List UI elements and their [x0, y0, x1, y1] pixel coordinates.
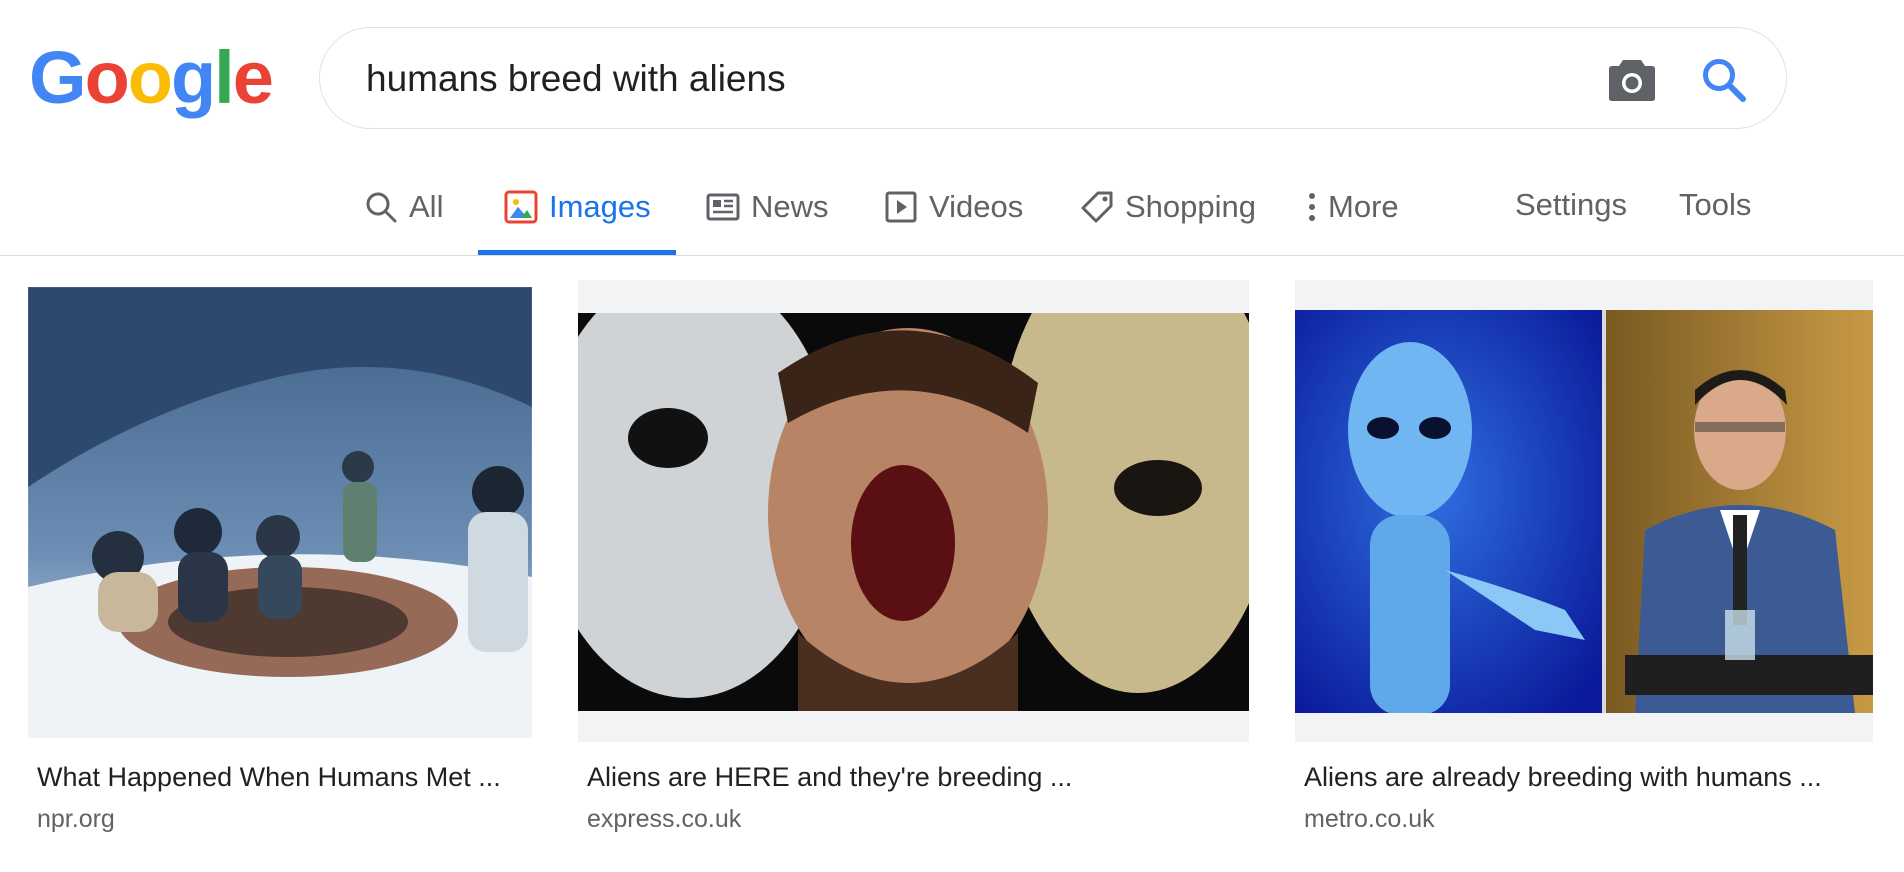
more-vert-icon	[1304, 190, 1320, 224]
tools-label: Tools	[1679, 187, 1752, 222]
logo-letter-o1: o	[84, 36, 130, 119]
image-result[interactable]: Aliens are HERE and they're breeding ...…	[578, 280, 1249, 840]
image-result[interactable]: Aliens are already breeding with humans …	[1295, 280, 1873, 840]
tab-all[interactable]: All	[364, 190, 443, 256]
search-icon	[364, 190, 398, 224]
settings-link[interactable]: Settings	[1515, 188, 1627, 254]
header-divider	[0, 255, 1904, 256]
image-result[interactable]: What Happened When Humans Met ... npr.or…	[28, 280, 532, 840]
result-source[interactable]: express.co.uk	[587, 805, 741, 834]
tab-label: News	[751, 189, 829, 224]
tab-shopping[interactable]: Shopping	[1080, 190, 1256, 256]
logo-letter-l: l	[214, 36, 235, 119]
tab-label: Shopping	[1125, 189, 1257, 224]
result-title[interactable]: What Happened When Humans Met ...	[37, 762, 501, 793]
search-icon[interactable]	[1700, 56, 1748, 104]
logo-letter-o2: o	[127, 36, 173, 119]
tab-news[interactable]: News	[706, 190, 829, 256]
logo-letter-e: e	[232, 36, 274, 119]
result-source[interactable]: npr.org	[37, 805, 115, 834]
google-logo[interactable]: Google	[29, 36, 274, 119]
result-thumbnail[interactable]	[578, 313, 1249, 711]
tag-icon	[1080, 190, 1114, 224]
video-icon	[884, 190, 918, 224]
tab-images[interactable]: Images	[504, 190, 651, 256]
search-tabs: All Images News Videos Shopping More Set…	[0, 170, 1904, 256]
image-icon	[504, 190, 538, 224]
image-results-grid: What Happened When Humans Met ... npr.or…	[0, 280, 1904, 872]
result-thumbnail[interactable]	[28, 287, 532, 738]
camera-icon[interactable]	[1607, 56, 1657, 102]
tab-videos[interactable]: Videos	[884, 190, 1023, 256]
result-title[interactable]: Aliens are HERE and they're breeding ...	[587, 762, 1072, 793]
result-thumbnail[interactable]	[1295, 310, 1873, 713]
logo-letter-g: G	[29, 36, 87, 119]
search-input[interactable]	[366, 54, 1566, 104]
search-box	[319, 27, 1787, 129]
result-source[interactable]: metro.co.uk	[1304, 805, 1435, 834]
tab-label: More	[1328, 189, 1399, 224]
tab-more[interactable]: More	[1304, 190, 1399, 256]
tab-label: Images	[549, 189, 651, 224]
tab-label: Videos	[929, 189, 1024, 224]
settings-label: Settings	[1515, 187, 1628, 222]
result-title[interactable]: Aliens are already breeding with humans …	[1304, 762, 1822, 793]
logo-letter-g2: g	[170, 36, 216, 119]
header: Google All	[0, 0, 1904, 256]
tab-label: All	[409, 189, 444, 224]
tools-link[interactable]: Tools	[1679, 188, 1751, 254]
news-icon	[706, 190, 740, 224]
